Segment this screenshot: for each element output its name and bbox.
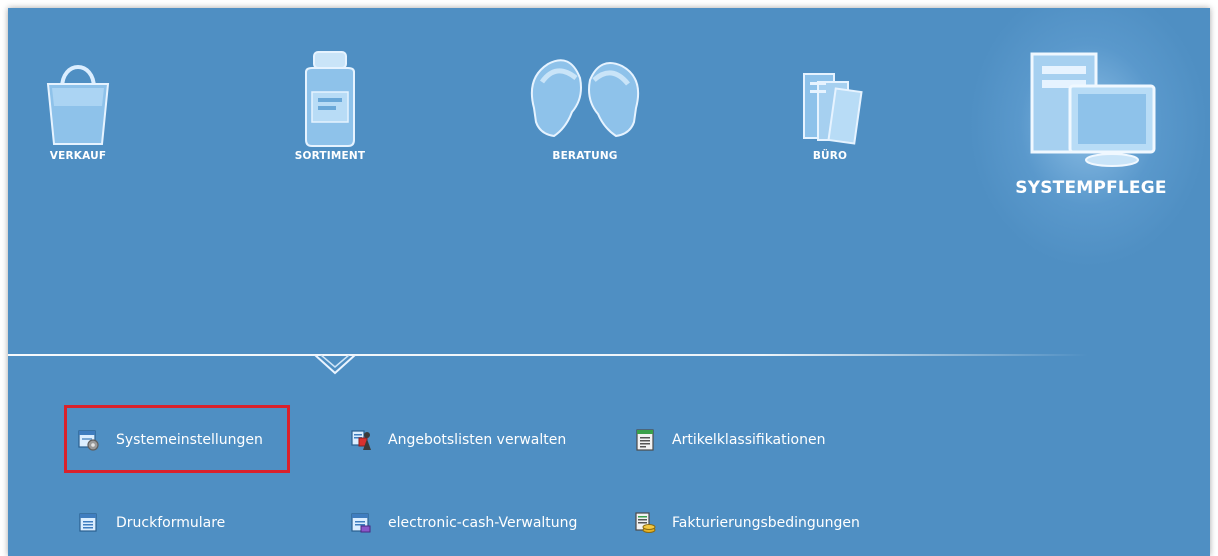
func-label-druckformulare: Druckformulare — [116, 515, 226, 531]
section-divider — [8, 354, 1088, 356]
nav-label-buero: BÜRO — [812, 150, 848, 162]
offer-lists-icon — [351, 430, 371, 450]
shopping-bag-icon — [46, 65, 110, 145]
func-artikelklassifikationen[interactable]: Artikelklassifikationen — [634, 426, 825, 454]
func-label-systemeinstellungen: Systemeinstellungen — [116, 432, 263, 448]
nav-item-buero[interactable]: BÜRO — [730, 48, 930, 162]
system-settings-icon — [78, 430, 99, 451]
func-druckformulare[interactable]: Druckformulare — [78, 509, 225, 537]
billing-conditions-icon — [635, 512, 656, 533]
func-fakturierungsbedingungen[interactable]: Fakturierungsbedingungen — [634, 509, 860, 537]
electronic-cash-icon — [351, 513, 371, 533]
nav-label-sortiment: SORTIMENT — [294, 150, 366, 162]
nav-label-systempflege: SYSTEMPFLEGE — [1015, 178, 1167, 198]
func-label-fakturierungsbedingungen: Fakturierungsbedingungen — [672, 515, 860, 531]
active-pointer-notch — [314, 355, 356, 375]
func-label-angebotslisten: Angebotslisten verwalten — [388, 432, 567, 448]
article-classification-icon — [636, 429, 654, 451]
nav-item-beratung[interactable]: BERATUNG — [485, 48, 685, 162]
nav-label-verkauf: VERKAUF — [49, 150, 107, 162]
func-electronic-cash[interactable]: electronic-cash-Verwaltung — [350, 509, 577, 537]
nav-item-systempflege[interactable]: SYSTEMPFLEGE — [991, 52, 1191, 198]
nav-item-sortiment[interactable]: SORTIMENT — [230, 48, 430, 162]
func-label-artikelklassifikationen: Artikelklassifikationen — [672, 432, 826, 448]
medicine-bottle-icon — [305, 51, 355, 147]
nav-item-verkauf[interactable]: VERKAUF — [8, 48, 178, 162]
computer-system-icon — [1030, 52, 1156, 167]
func-systemeinstellungen[interactable]: Systemeinstellungen — [78, 426, 263, 454]
app-window: VERKAUF SORTIMENT BERATUNG BÜRO SYSTEMPF… — [8, 8, 1210, 556]
func-label-electronic-cash: electronic-cash-Verwaltung — [388, 515, 578, 531]
print-forms-icon — [79, 513, 97, 532]
consultation-heads-icon — [530, 59, 640, 138]
nav-label-beratung: BERATUNG — [552, 150, 618, 162]
func-angebotslisten[interactable]: Angebotslisten verwalten — [350, 426, 566, 454]
documents-icon — [803, 73, 863, 145]
